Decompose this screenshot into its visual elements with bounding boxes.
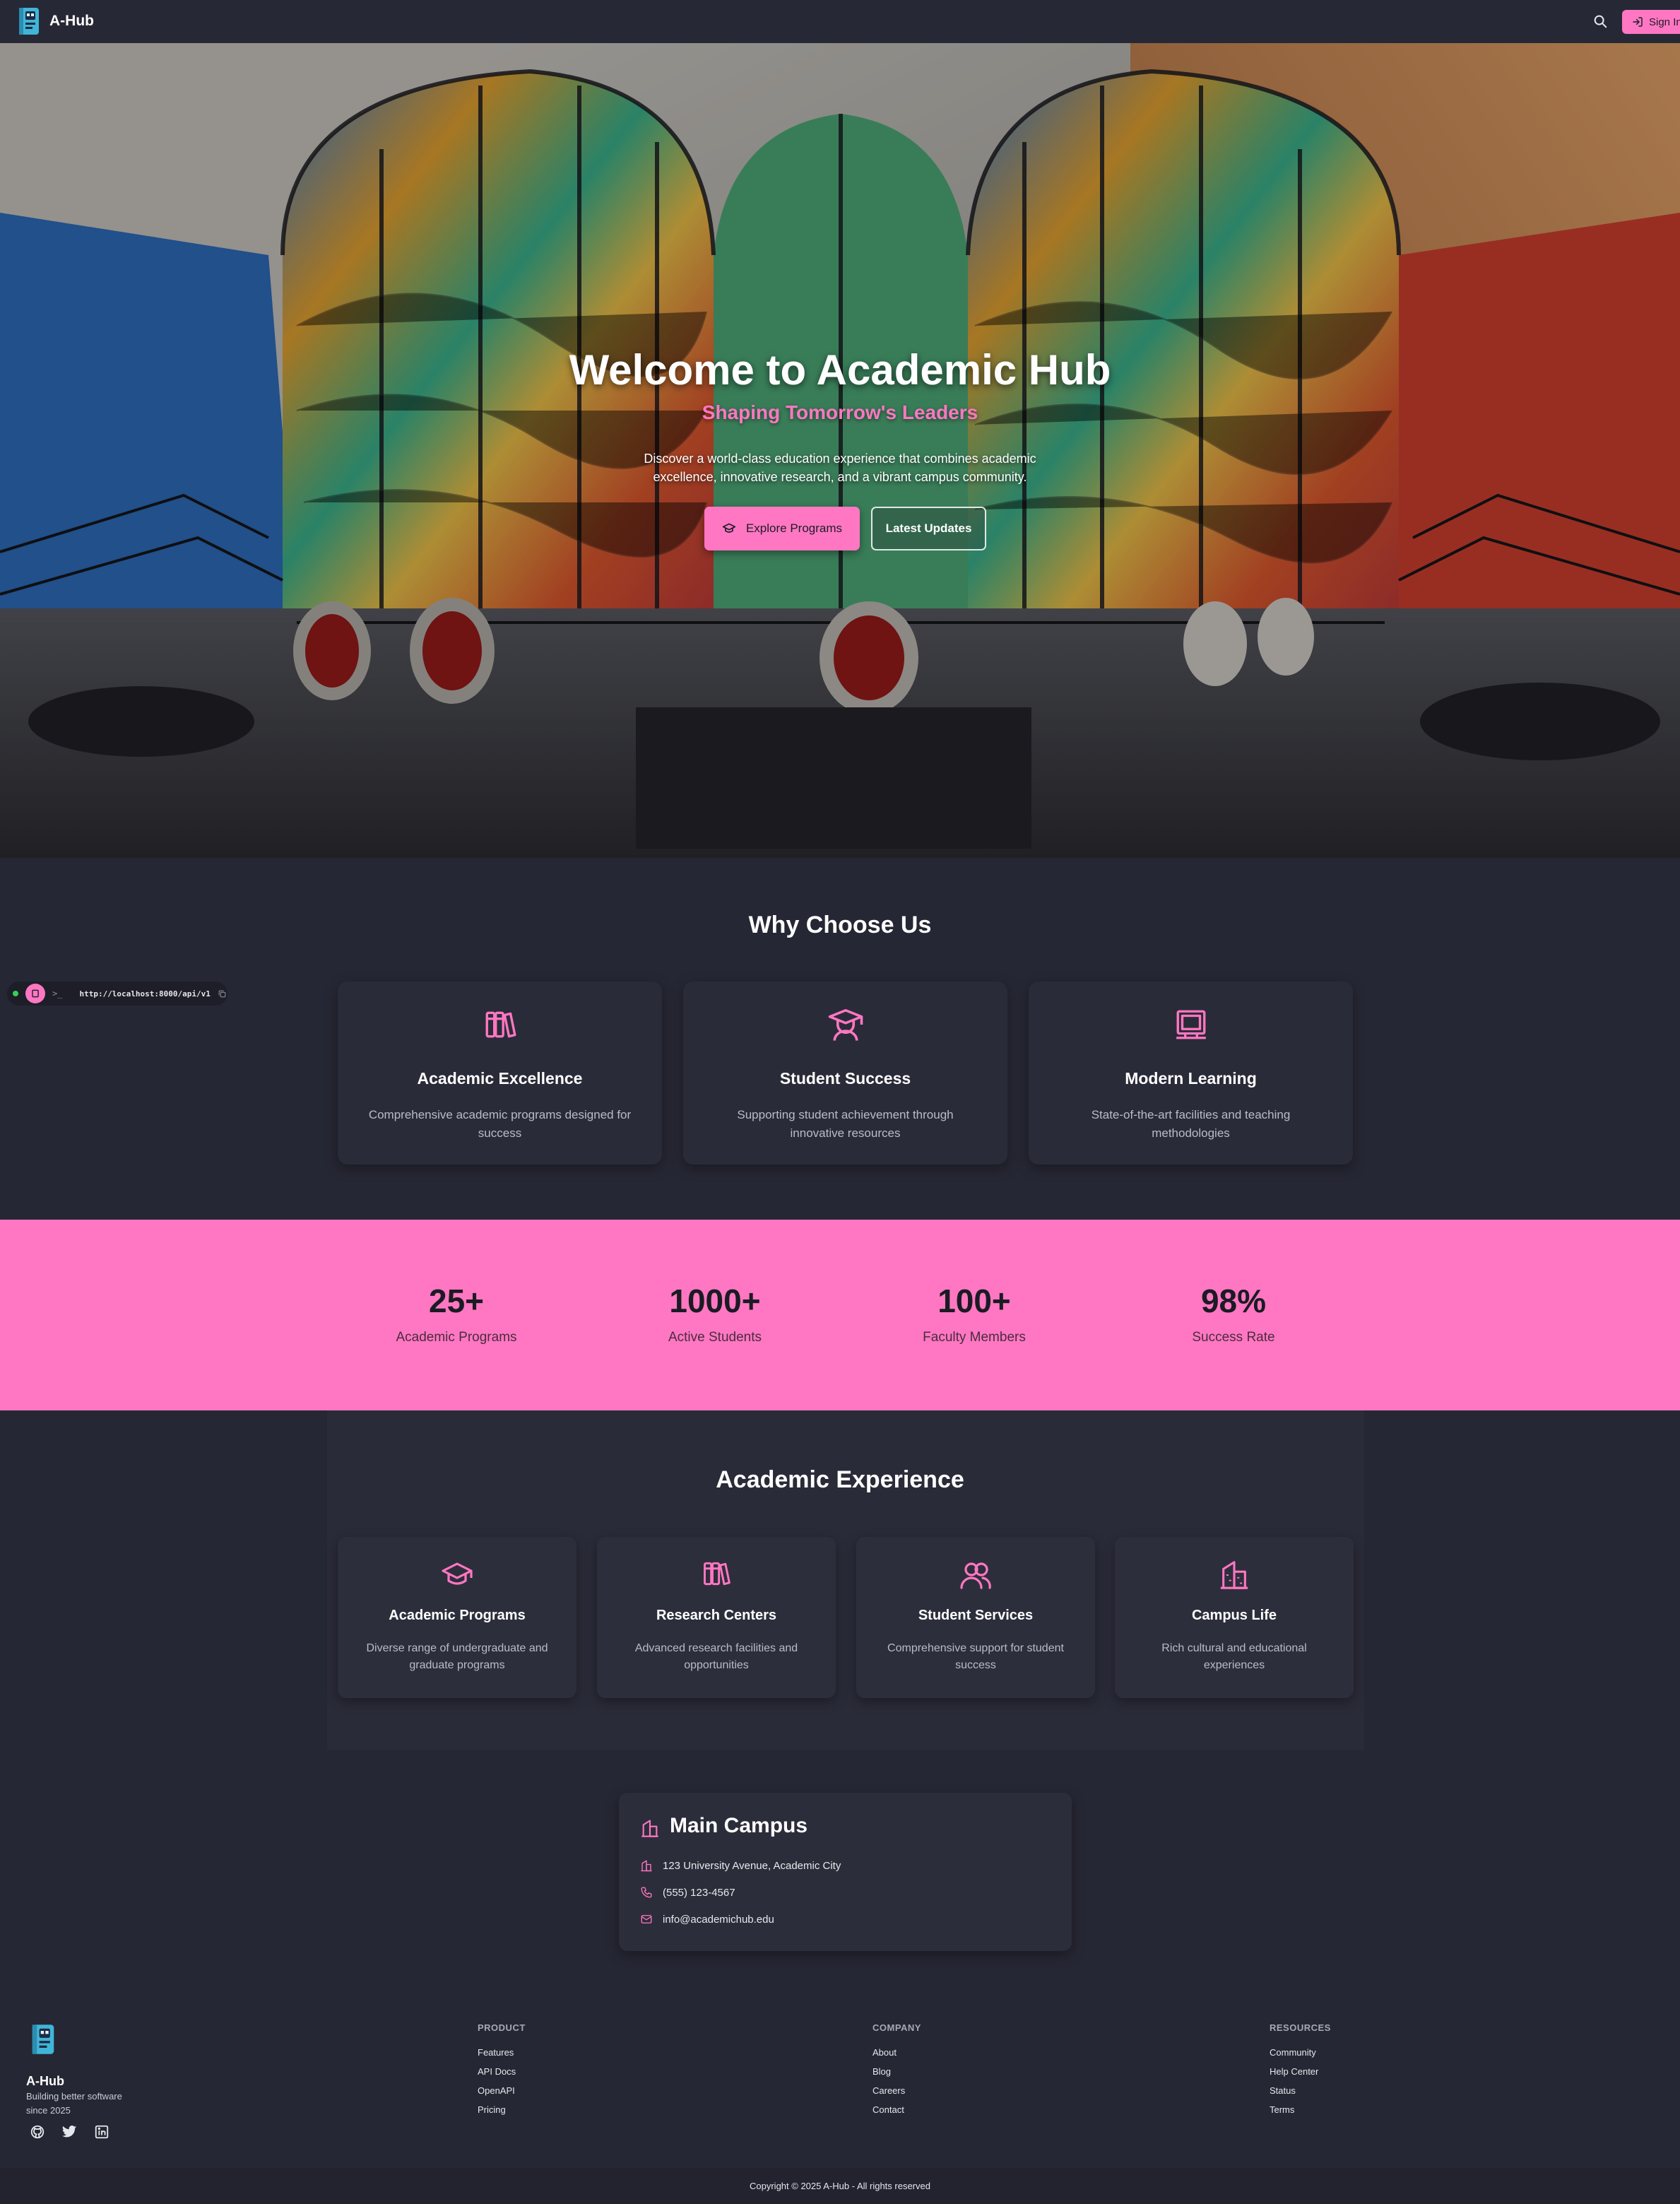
mortarboard-icon [442, 1562, 473, 1585]
api-indicator[interactable]: >_ http://localhost:8000/api/v1 [7, 982, 227, 1006]
footer-column-resources: RESOURCES Community Help Center Status T… [1270, 2022, 1331, 2123]
stat-value: 98% [1200, 1283, 1267, 1319]
logo-icon [19, 8, 39, 35]
footer-link[interactable]: Contact [872, 2104, 921, 2123]
buildings-icon [1220, 1561, 1248, 1589]
github-icon[interactable] [30, 2124, 45, 2140]
sign-in-button[interactable]: Sign In [1622, 10, 1680, 34]
card-title: Modern Learning [1125, 1069, 1257, 1088]
footer-column-company: COMPANY About Blog Careers Contact [872, 2022, 921, 2123]
terminal-prompt-icon: >_ [52, 989, 63, 998]
hero-section: Welcome to Academic Hub Shaping Tomorrow… [0, 43, 1680, 858]
explore-programs-label: Explore Programs [745, 521, 843, 535]
footer-tagline: Building better software since 2025 [26, 2091, 122, 2116]
card-description: Comprehensive academic programs designed… [368, 1108, 632, 1140]
footer-brand: A-Hub [26, 2074, 64, 2088]
stat-label: Faculty Members [923, 1330, 1026, 1345]
building-icon [641, 1860, 652, 1872]
stats-band: 25+ Academic Programs 1000+ Active Stude… [0, 1220, 1680, 1410]
api-badge-icon [25, 984, 45, 1003]
search-icon[interactable] [1592, 13, 1608, 29]
card-description: Comprehensive support for student succes… [887, 1642, 1064, 1671]
card-title: Campus Life [1191, 1608, 1277, 1623]
footer-logo-icon [32, 2025, 54, 2054]
hero-description: Discover a world-class education experie… [644, 452, 1036, 484]
sign-in-label: Sign In [1649, 16, 1680, 28]
card-description: State-of-the-art facilities and teaching… [1091, 1108, 1291, 1140]
footer-column-heading: COMPANY [872, 2022, 921, 2033]
graduate-icon [828, 1008, 863, 1041]
hero-subtitle: Shaping Tomorrow's Leaders [702, 401, 978, 423]
card-title: Student Success [779, 1069, 911, 1088]
footer-link[interactable]: Careers [872, 2085, 921, 2104]
footer-column-product: PRODUCT Features API Docs OpenAPI Pricin… [478, 2022, 526, 2123]
top-navbar: A-Hub Sign In [0, 0, 1680, 43]
copyright-bar: Copyright © 2025 A-Hub - All rights rese… [0, 2168, 1680, 2204]
card-title: Academic Excellence [417, 1069, 583, 1088]
experience-card-campus-life: Campus Life Rich cultural and educationa… [1115, 1537, 1354, 1698]
campus-phone: (555) 123-4567 [663, 1886, 735, 1899]
presentation-board-icon [1176, 1010, 1206, 1039]
card-description: Advanced research facilities and opportu… [634, 1642, 798, 1671]
footer-link[interactable]: API Docs [478, 2066, 526, 2085]
experience-card-research-centers: Research Centers Advanced research facil… [597, 1537, 836, 1698]
footer-link[interactable]: Community [1270, 2047, 1331, 2066]
twitter-icon[interactable] [61, 2124, 78, 2140]
feature-card-academic-excellence: Academic Excellence Comprehensive academ… [338, 982, 662, 1165]
books-icon [485, 1011, 516, 1038]
footer-link[interactable]: OpenAPI [478, 2085, 526, 2104]
experience-card-student-services: Student Services Comprehensive support f… [856, 1537, 1095, 1698]
stat-label: Success Rate [1192, 1330, 1275, 1345]
campus-address-row: 123 University Avenue, Academic City [640, 1859, 841, 1872]
books-icon [704, 1562, 730, 1586]
card-description: Diverse range of undergraduate and gradu… [366, 1642, 548, 1671]
campus-email-row[interactable]: info@academichub.edu [640, 1913, 774, 1926]
experience-card-academic-programs: Academic Programs Diverse range of under… [338, 1537, 576, 1698]
building-icon [641, 1820, 658, 1837]
footer-link[interactable]: Terms [1270, 2104, 1331, 2123]
phone-icon [641, 1887, 652, 1898]
stat-value: 25+ [428, 1283, 485, 1319]
footer-link[interactable]: Pricing [478, 2104, 526, 2123]
stat-value: 100+ [937, 1283, 1011, 1319]
stat-label: Active Students [668, 1330, 762, 1345]
status-dot [13, 991, 18, 996]
footer-link[interactable]: Status [1270, 2085, 1331, 2104]
feature-card-student-success: Student Success Supporting student achie… [683, 982, 1007, 1165]
campus-address: 123 University Avenue, Academic City [663, 1859, 841, 1872]
stat-value: 1000+ [669, 1283, 761, 1319]
brand-name: A-Hub [49, 13, 94, 29]
why-choose-us-title: Why Choose Us [748, 912, 932, 938]
brand-link[interactable]: A-Hub [17, 6, 94, 37]
linkedin-icon[interactable] [94, 2124, 110, 2140]
academic-experience-title: Academic Experience [716, 1466, 964, 1493]
sign-in-icon [1633, 17, 1643, 27]
main-campus-card: Main Campus 123 University Avenue, Acade… [619, 1793, 1072, 1951]
copy-icon[interactable] [218, 989, 227, 998]
mortarboard-icon [722, 523, 736, 533]
card-title: Student Services [918, 1608, 1034, 1623]
footer-link[interactable]: Help Center [1270, 2066, 1331, 2085]
campus-phone-row[interactable]: (555) 123-4567 [640, 1886, 735, 1899]
feature-card-modern-learning: Modern Learning State-of-the-art facilit… [1029, 982, 1353, 1165]
footer-link[interactable]: Blog [872, 2066, 921, 2085]
card-description: Supporting student achievement through i… [737, 1108, 954, 1140]
users-icon [960, 1562, 991, 1589]
footer-column-heading: RESOURCES [1270, 2022, 1331, 2033]
footer-link[interactable]: About [872, 2047, 921, 2066]
footer-column-heading: PRODUCT [478, 2022, 526, 2033]
footer-link[interactable]: Features [478, 2047, 526, 2066]
api-url: http://localhost:8000/api/v1 [79, 989, 211, 998]
campus-title: Main Campus [670, 1814, 808, 1837]
card-title: Academic Programs [389, 1608, 526, 1623]
hero-title: Welcome to Academic Hub [569, 346, 1111, 394]
card-description: Rich cultural and educational experience… [1161, 1642, 1307, 1671]
stat-label: Academic Programs [396, 1330, 517, 1345]
campus-email: info@academichub.edu [663, 1913, 774, 1926]
mail-icon [641, 1915, 652, 1923]
explore-programs-button[interactable]: Explore Programs [704, 507, 860, 550]
card-title: Research Centers [656, 1608, 777, 1623]
latest-updates-button[interactable]: Latest Updates [871, 507, 986, 550]
